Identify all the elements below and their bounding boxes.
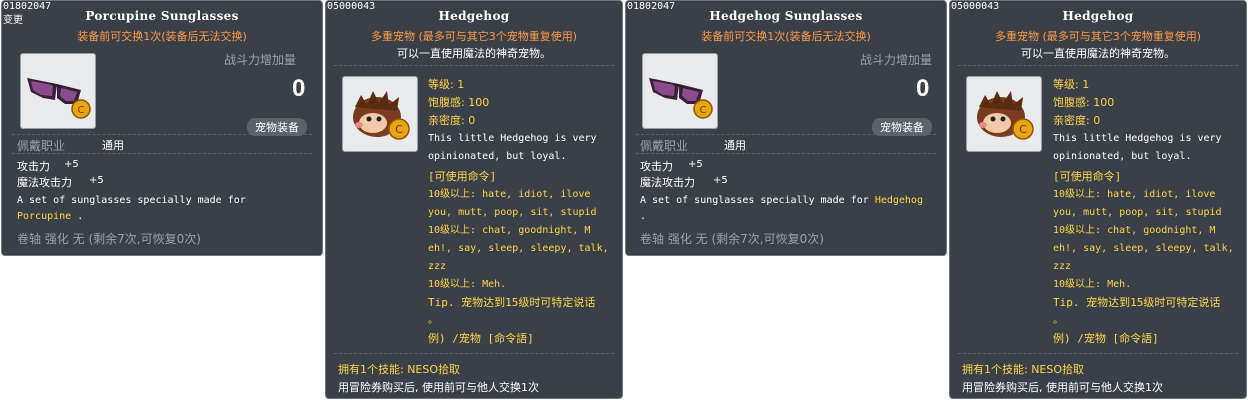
trade-note: 装备前可交换1次(装备后无法交换) xyxy=(77,30,247,43)
job-value: 通用 xyxy=(724,139,746,152)
sunglasses-icon: C xyxy=(642,53,718,129)
desc-line: This little Hedgehog is very xyxy=(1053,133,1222,144)
divider xyxy=(334,353,614,354)
pet-name-highlight: Porcupine xyxy=(17,211,72,222)
multi-pet-note: 多重宠物 (最多可与其它3个宠物重复使用) xyxy=(994,30,1202,43)
item-title: Hedgehog Sunglasses xyxy=(709,9,863,23)
pet-level: 等级: 1 xyxy=(1053,78,1090,91)
tip-line: 。 xyxy=(1053,315,1063,326)
item-title: Hedgehog xyxy=(1062,9,1134,23)
svg-text:C: C xyxy=(700,105,707,116)
stat-magic-label: 魔法攻击力 xyxy=(640,176,695,189)
magic-pet-note: 可以一直使用魔法的神奇宠物。 xyxy=(1021,47,1175,60)
svg-text:C: C xyxy=(78,105,85,116)
period: . xyxy=(77,211,84,222)
power-value: 0 xyxy=(916,75,930,102)
command-line: 10级以上: chat, goodnight, M xyxy=(1053,225,1216,236)
divider xyxy=(636,153,936,154)
command-line: 10级以上: hate, idiot, ilove xyxy=(1053,189,1216,200)
command-line: zzz xyxy=(1053,261,1072,272)
skill-info: 拥有1个技能: NESO拾取 xyxy=(962,363,1085,376)
desc-text: A set of sunglasses specially made for xyxy=(640,195,869,206)
pet-description: This little Hedgehog is very opinionated… xyxy=(428,130,597,166)
command-line: eh!, say, sleep, sleepy, talk, xyxy=(1053,243,1234,254)
divider xyxy=(958,65,1238,66)
command-line: 10级以上: Meh. xyxy=(428,279,507,290)
period: . xyxy=(640,211,647,222)
stat-attack-value: +5 xyxy=(64,159,79,170)
scroll-info: 卷轴 强化 无 (剩余7次,可恢复0次) xyxy=(17,232,201,246)
trade-note: 装备前可交换1次(装备后无法交换) xyxy=(701,30,871,43)
example-line: 例) /宠物 [命令語] xyxy=(428,332,534,345)
power-label: 战斗力增加量 xyxy=(860,53,933,67)
tooltip-hedgehog: 05000043 Hedgehog 多重宠物 (最多可与其它3个宠物重复使用) … xyxy=(949,0,1247,399)
tooltip-porcupine-sunglasses: 01802047 变更 Porcupine Sunglasses 装备前可交换1… xyxy=(1,0,323,256)
desc-line: This little Hedgehog is very xyxy=(428,133,597,144)
tooltip-hedgehog: 05000043 Hedgehog 多重宠物 (最多可与其它3个宠物重复使用) … xyxy=(325,0,623,399)
divider xyxy=(334,65,614,66)
command-header: [可使用命令] xyxy=(1053,170,1122,183)
tip-line: 。 xyxy=(428,315,438,326)
command-line: 10级以上: chat, goodnight, M xyxy=(428,225,591,236)
tip-line: Tip. 宠物达到15级时可特定说话 xyxy=(428,296,596,309)
trade-info: 用冒险券购买后, 使用前可与他人交换1次 xyxy=(962,381,1163,394)
item-description: A set of sunglasses specially made for H… xyxy=(640,195,923,206)
pet-closeness: 亲密度: 0 xyxy=(428,114,476,127)
desc-line: opinionated, but loyal. xyxy=(1053,151,1192,162)
divider xyxy=(958,353,1238,354)
pet-name-highlight: Hedgehog xyxy=(874,195,923,206)
job-label: 佩戴职业 xyxy=(17,139,66,153)
tip-line: Tip. 宠物达到15级时可特定说话 xyxy=(1053,296,1221,309)
item-title: Hedgehog xyxy=(438,9,510,23)
command-header: [可使用命令] xyxy=(428,170,497,183)
svg-text:C: C xyxy=(395,123,403,136)
pet-level: 等级: 1 xyxy=(428,78,465,91)
desc-line: opinionated, but loyal. xyxy=(428,151,567,162)
stat-magic-value: +5 xyxy=(713,175,728,186)
trade-info: 用冒险券购买后, 使用前可与他人交换1次 xyxy=(338,381,539,394)
job-value: 通用 xyxy=(102,139,124,152)
command-list: [可使用命令] 10级以上: hate, idiot, ilove you, m… xyxy=(428,168,614,348)
hedgehog-icon: C xyxy=(342,76,418,152)
command-line: zzz xyxy=(428,261,447,272)
stat-attack-value: +5 xyxy=(688,159,703,170)
magic-pet-note: 可以一直使用魔法的神奇宠物。 xyxy=(397,47,551,60)
divider xyxy=(12,153,312,154)
stat-attack-label: 攻击力 xyxy=(17,160,50,173)
power-label: 战斗力增加量 xyxy=(224,53,297,67)
command-line: you, mutt, poop, sit, stupid xyxy=(428,207,597,218)
tooltip-hedgehog-sunglasses: 01802047 Hedgehog Sunglasses 装备前可交换1次(装备… xyxy=(625,0,947,256)
divider xyxy=(12,134,312,135)
command-list: [可使用命令] 10级以上: hate, idiot, ilove you, m… xyxy=(1053,168,1239,348)
stat-attack-label: 攻击力 xyxy=(640,160,673,173)
item-description: A set of sunglasses specially made for xyxy=(17,195,246,206)
example-line: 例) /宠物 [命令語] xyxy=(1053,332,1159,345)
command-line: 10级以上: Meh. xyxy=(1053,279,1132,290)
divider xyxy=(636,134,936,135)
scroll-info: 卷轴 强化 无 (剩余7次,可恢复0次) xyxy=(640,232,824,246)
command-line: 10级以上: hate, idiot, ilove xyxy=(428,189,591,200)
multi-pet-note: 多重宠物 (最多可与其它3个宠物重复使用) xyxy=(370,30,578,43)
pet-fullness: 饱腹感: 100 xyxy=(1053,96,1115,109)
command-line: eh!, say, sleep, sleepy, talk, xyxy=(428,243,609,254)
sunglasses-icon: C xyxy=(20,53,96,129)
item-description-2: Porcupine . xyxy=(17,211,83,222)
skill-info: 拥有1个技能: NESO拾取 xyxy=(338,363,461,376)
svg-text:C: C xyxy=(1019,123,1027,136)
stat-magic-value: +5 xyxy=(89,175,104,186)
hedgehog-icon: C xyxy=(966,76,1042,152)
item-title: Porcupine Sunglasses xyxy=(85,9,239,23)
power-value: 0 xyxy=(292,75,306,102)
pet-description: This little Hedgehog is very opinionated… xyxy=(1053,130,1222,166)
stat-magic-label: 魔法攻击力 xyxy=(17,176,72,189)
pet-closeness: 亲密度: 0 xyxy=(1053,114,1101,127)
command-line: you, mutt, poop, sit, stupid xyxy=(1053,207,1222,218)
job-label: 佩戴职业 xyxy=(640,139,689,153)
pet-fullness: 饱腹感: 100 xyxy=(428,96,490,109)
